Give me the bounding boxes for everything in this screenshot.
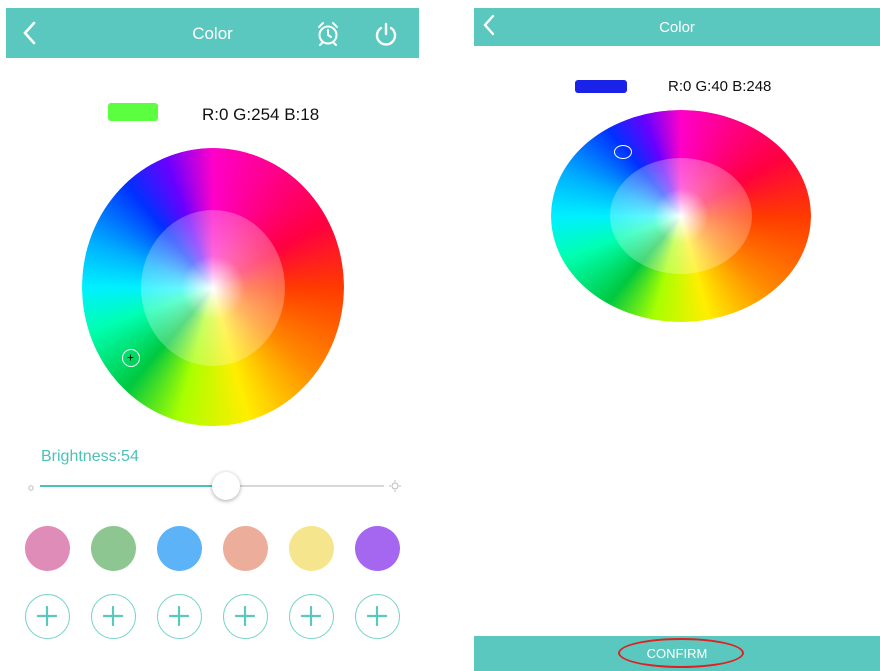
plus-icon bbox=[169, 606, 189, 626]
plus-icon bbox=[367, 606, 387, 626]
color-wheel[interactable] bbox=[551, 110, 811, 322]
color-screen-right: Color R:0 G:40 B:248 CONFIRM bbox=[474, 8, 880, 671]
preset-color-4[interactable] bbox=[223, 526, 268, 571]
alarm-clock-icon[interactable] bbox=[314, 20, 342, 48]
plus-icon bbox=[37, 606, 57, 626]
brightness-slider-fill bbox=[40, 485, 226, 487]
preset-color-3[interactable] bbox=[157, 526, 202, 571]
rgb-readout: R:0 G:40 B:248 bbox=[668, 78, 772, 95]
color-wheel-inner[interactable] bbox=[141, 210, 285, 366]
brightness-slider[interactable] bbox=[40, 472, 384, 500]
plus-icon bbox=[235, 606, 255, 626]
add-preset-button-5[interactable] bbox=[289, 594, 334, 639]
add-preset-button-1[interactable] bbox=[25, 594, 70, 639]
rgb-readout: R:0 G:254 B:18 bbox=[202, 105, 320, 124]
preset-color-6[interactable] bbox=[355, 526, 400, 571]
add-preset-button-3[interactable] bbox=[157, 594, 202, 639]
page-title: Color bbox=[659, 19, 695, 36]
add-preset-button-2[interactable] bbox=[91, 594, 136, 639]
current-color-swatch bbox=[575, 80, 627, 93]
color-picker-handle[interactable] bbox=[614, 145, 632, 159]
brightness-slider-thumb[interactable] bbox=[212, 472, 240, 500]
preset-color-2[interactable] bbox=[91, 526, 136, 571]
page-title: Color bbox=[192, 24, 233, 43]
color-picker-handle[interactable] bbox=[122, 349, 140, 367]
header-bar: Color bbox=[6, 8, 419, 58]
add-preset-button-4[interactable] bbox=[223, 594, 268, 639]
brightness-high-icon bbox=[389, 479, 401, 492]
preset-color-5[interactable] bbox=[289, 526, 334, 571]
highlight-oval bbox=[618, 638, 744, 668]
confirm-button[interactable]: CONFIRM bbox=[474, 636, 880, 671]
header-bar: Color bbox=[474, 8, 880, 46]
preset-color-1[interactable] bbox=[25, 526, 70, 571]
power-icon[interactable] bbox=[372, 20, 400, 48]
plus-icon bbox=[103, 606, 123, 626]
color-wheel-inner[interactable] bbox=[610, 158, 752, 274]
color-wheel[interactable] bbox=[82, 148, 344, 426]
current-color-swatch bbox=[108, 103, 158, 121]
color-screen-left: Color R:0 G:254 B:18 Brightness:54 bbox=[6, 8, 419, 671]
brightness-low-icon bbox=[26, 480, 36, 491]
plus-icon bbox=[301, 606, 321, 626]
add-preset-button-6[interactable] bbox=[355, 594, 400, 639]
brightness-label: Brightness:54 bbox=[41, 448, 139, 465]
